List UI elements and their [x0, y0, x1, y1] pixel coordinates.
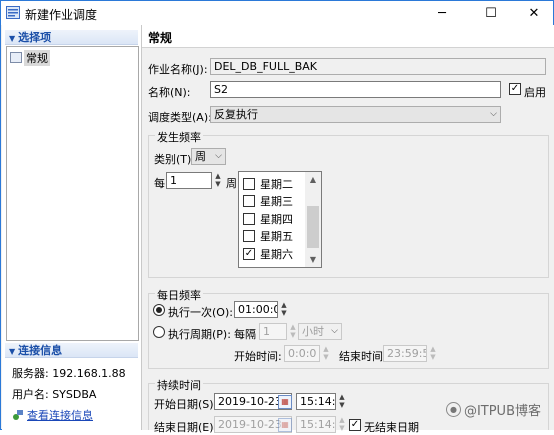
every-weeks-spinner[interactable]: ▲ ▼ — [212, 172, 224, 189]
category-label: 类别(T): — [154, 153, 196, 166]
period-every-label: 每隔 — [234, 328, 256, 341]
week-unit-label: 周 — [226, 177, 237, 190]
chevron-down-icon: ⌵ — [215, 151, 222, 161]
start-time-of-day-spinner[interactable]: ▲ ▼ — [336, 393, 348, 410]
period-radio[interactable] — [153, 326, 165, 338]
no-end-date-label: 无结束日期 — [364, 421, 419, 434]
weekday-checkbox[interactable] — [243, 195, 255, 207]
schedule-type-select[interactable]: 反复执行 ⌵ — [210, 106, 501, 123]
watermark-logo-icon: ● — [445, 402, 461, 417]
once-label: 执行一次(O): — [168, 306, 233, 319]
left-pane: ▼ 选择项 常规 ▼ 连接信息 服务器: 192.168.1.88 用户名: SYS… — [2, 25, 142, 430]
category-value: 周 — [195, 150, 206, 163]
job-name-field[interactable]: DEL_DB_FULL_BAK — [210, 58, 546, 75]
frequency-title: 发生频率 — [155, 129, 203, 145]
window-title: 新建作业调度 — [25, 8, 98, 22]
weekday-checkbox[interactable] — [243, 212, 255, 225]
once-time-field[interactable]: 01:00:00 — [234, 301, 278, 318]
select-section-header[interactable]: ▼ 选择项 — [5, 30, 138, 45]
enable-label: 启用 — [524, 86, 546, 99]
weekday-checkbox[interactable] — [243, 230, 255, 242]
title-bar: 新建作业调度 ─ ☐ ✕ — [1, 1, 553, 25]
app-icon — [6, 6, 20, 19]
select-section-label: 选择项 — [18, 31, 52, 44]
name-field[interactable]: S2 — [210, 81, 501, 98]
period-unit-value: 小时 — [302, 325, 324, 338]
view-conn-link[interactable]: 查看连接信息 — [12, 407, 93, 423]
end-time-of-day-field[interactable]: 15:14:18 — [296, 416, 336, 433]
weekday-scrollbar[interactable]: ▲ ▼ — [305, 172, 321, 267]
conn-section-header[interactable]: ▼ 连接信息 — [5, 343, 138, 358]
period-unit-select[interactable]: 小时 ⌵ — [298, 323, 342, 340]
no-end-date-checkbox[interactable]: ✓ — [349, 419, 361, 431]
minimize-button[interactable]: ─ — [425, 1, 459, 25]
tree-item-general[interactable]: 常规 — [10, 49, 50, 66]
weekday-label: 星期五 — [260, 230, 293, 243]
watermark: ● @ITPUB博客 — [445, 400, 541, 419]
weekday-label: 星期二 — [260, 177, 293, 191]
page-icon — [10, 52, 22, 63]
end-date-label: 结束日期(E): — [154, 421, 218, 434]
start-time-label: 开始时间: — [234, 350, 282, 363]
period-every-field[interactable]: 1 — [259, 323, 287, 340]
calendar-icon[interactable]: ▦ — [278, 395, 292, 409]
schedule-type-value: 反复执行 — [214, 108, 258, 121]
collapse-arrow-icon: ▼ — [9, 34, 16, 43]
start-time-of-day-field[interactable]: 15:14:18 — [296, 393, 336, 410]
job-name-label: 作业名称(J): — [148, 63, 208, 76]
conn-section-label: 连接信息 — [18, 344, 63, 357]
page-title: 常规 — [148, 31, 173, 45]
weekday-item[interactable]: 星期三 — [243, 193, 293, 210]
end-time-spinner[interactable]: ▲ ▼ — [427, 345, 439, 362]
weekday-label: 星期四 — [260, 212, 293, 226]
weekday-item[interactable]: ✓ 星期六 — [243, 245, 293, 262]
options-tree: 常规 — [6, 46, 139, 341]
connection-icon — [13, 410, 23, 420]
chevron-down-icon: ⌵ — [490, 109, 497, 119]
once-time-spinner[interactable]: ▲ ▼ — [278, 301, 290, 318]
once-radio[interactable] — [153, 304, 165, 316]
view-conn-label: 查看连接信息 — [27, 409, 93, 422]
chevron-down-icon: ⌵ — [331, 326, 338, 336]
weekday-item[interactable]: 星期四 — [243, 210, 293, 227]
end-time-of-day-spinner[interactable]: ▲ ▼ — [336, 416, 348, 433]
scroll-up-icon[interactable]: ▲ — [305, 172, 321, 187]
start-time-field[interactable]: 0:0:0 — [284, 345, 320, 362]
enable-checkbox[interactable]: ✓ — [509, 83, 521, 95]
weekday-checkbox[interactable]: ✓ — [243, 247, 255, 260]
period-label: 执行周期(P): — [168, 328, 231, 341]
daily-title: 每日频率 — [155, 287, 203, 303]
collapse-arrow-icon: ▼ — [9, 347, 16, 356]
name-label: 名称(N): — [148, 86, 191, 99]
start-time-spinner[interactable]: ▲ ▼ — [320, 345, 332, 362]
end-time-field[interactable]: 23:59:59 — [383, 345, 427, 362]
user-info: 用户名: SYSDBA — [12, 388, 97, 401]
watermark-text: @ITPUB博客 — [463, 404, 541, 419]
schedule-type-label: 调度类型(A): — [148, 111, 212, 124]
job-schedule-window: 新建作业调度 ─ ☐ ✕ ▼ 选择项 常规 ▼ 连接信息 服务器: 192.168.… — [0, 0, 554, 434]
duration-title: 持续时间 — [155, 377, 203, 393]
tree-item-label: 常规 — [24, 49, 50, 66]
category-select[interactable]: 周 ⌵ — [191, 148, 226, 165]
maximize-button[interactable]: ☐ — [474, 1, 508, 25]
weekday-item[interactable]: 星期五 — [243, 228, 293, 245]
weekday-item[interactable]: 星期二 — [243, 175, 293, 192]
scroll-down-icon[interactable]: ▼ — [305, 252, 321, 267]
start-date-label: 开始日期(S): — [154, 398, 218, 411]
weekday-checkbox[interactable] — [243, 177, 255, 190]
close-button[interactable]: ✕ — [517, 1, 551, 25]
page-header: 常规 — [142, 25, 554, 48]
every-weeks-field[interactable]: 1 — [166, 172, 212, 189]
end-time-label: 结束时间: — [339, 350, 387, 363]
server-info: 服务器: 192.168.1.88 — [12, 367, 126, 380]
every-label: 每 — [154, 177, 165, 190]
scroll-thumb[interactable] — [307, 206, 319, 248]
weekday-list[interactable]: 星期二星期三星期四星期五 ✓ 星期六 ▲ ▼ — [238, 171, 322, 268]
weekday-label: 星期六 — [260, 247, 293, 261]
weekday-label: 星期三 — [260, 195, 293, 208]
right-pane: 常规 作业名称(J): DEL_DB_FULL_BAK 名称(N): S2 ✓ … — [142, 25, 554, 434]
